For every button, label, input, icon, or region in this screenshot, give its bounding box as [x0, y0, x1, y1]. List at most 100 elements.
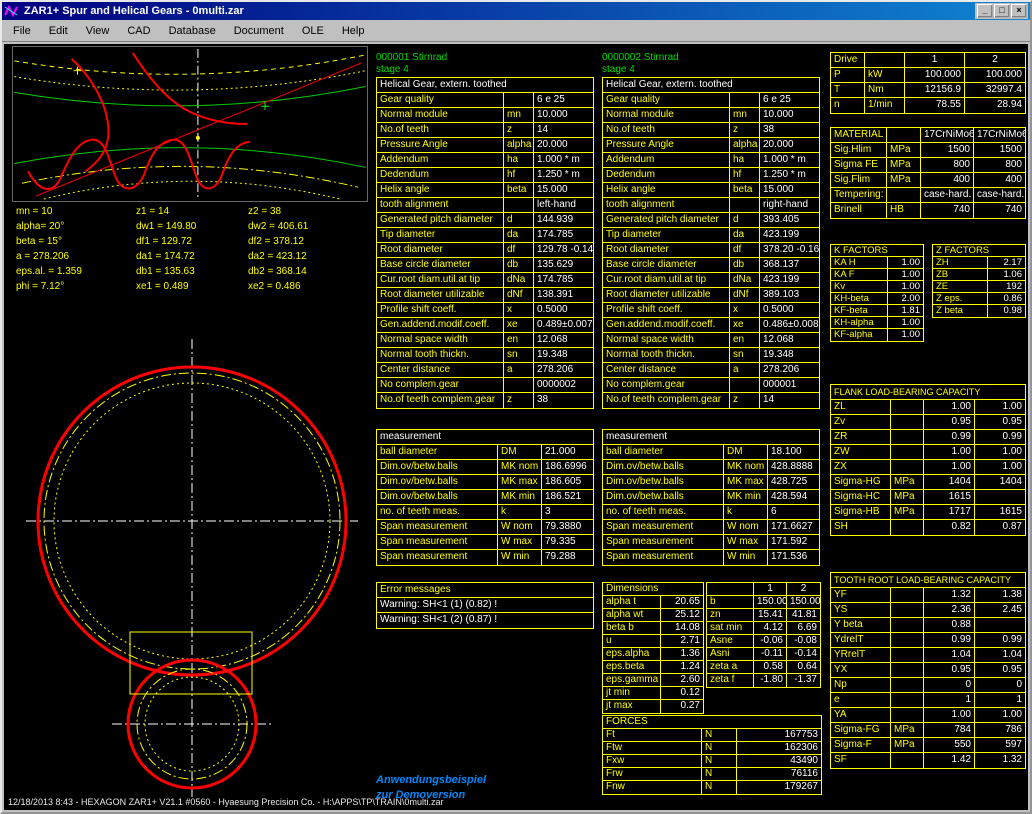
table-row: SH0.820.87: [831, 520, 1025, 535]
table-cell: [975, 618, 1025, 633]
table-cell: Normal tooth thickn.: [603, 348, 730, 363]
table-cell: 0.27: [661, 700, 703, 713]
table-header: FORCES: [603, 716, 821, 729]
table-row: KH-alpha1.00: [831, 317, 923, 329]
table-cell: 79.288: [542, 550, 593, 565]
table-cell: ZR: [831, 430, 891, 445]
drive-table: Drive12PkW100.000100.000TNm12156.932997.…: [830, 52, 1026, 114]
gear-param-value: da2 = 423.12: [248, 250, 307, 264]
table-cell: 597: [975, 738, 1025, 753]
title-bar[interactable]: ZAR1+ Spur and Helical Gears - 0multi.za…: [2, 2, 1030, 20]
table-row: Center distancea278.206: [377, 363, 593, 378]
table-cell: [891, 678, 924, 693]
gear-mesh-detail-drawing[interactable]: [12, 46, 368, 202]
table-cell: Gear quality: [603, 93, 730, 108]
table-cell: 1500: [974, 143, 1025, 158]
table-cell: 800: [974, 158, 1025, 173]
table-cell: alpha: [504, 138, 534, 153]
table-row: ZB1.06: [933, 269, 1025, 281]
table-cell: 129.78 -0.14: [534, 243, 593, 258]
table-cell: No.of teeth complem.gear: [603, 393, 730, 408]
table-cell: [975, 490, 1025, 505]
menu-item-ole[interactable]: OLE: [293, 22, 333, 40]
menu-item-edit[interactable]: Edit: [40, 22, 77, 40]
table-cell: db: [730, 258, 760, 273]
gear-param-value: dw1 = 149.80: [136, 220, 248, 234]
table-cell: [730, 198, 760, 213]
table-cell: no. of teeth meas.: [603, 505, 724, 520]
table-cell: 0.486±0.008: [760, 318, 819, 333]
table-cell: Brinell: [831, 203, 887, 218]
gear2-main-table: Helical Gear, extern. toothedGear qualit…: [602, 77, 820, 409]
table-cell: Cur.root diam.util.at tip: [603, 273, 730, 288]
table-cell: 10.000: [534, 108, 593, 123]
table-row: tooth alignmentright-hand: [603, 198, 819, 213]
table-cell: [891, 430, 924, 445]
table-cell: 14: [534, 123, 593, 138]
menu-item-document[interactable]: Document: [225, 22, 293, 40]
table-cell: 15.000: [534, 183, 593, 198]
table-cell: 167753: [737, 729, 821, 742]
table-cell: 0.5000: [760, 303, 819, 318]
table-row: Gen.addend.modif.coeff.xe0.489±0.007: [377, 318, 593, 333]
table-row: no. of teeth meas.k3: [377, 505, 593, 520]
table-row: ZH2.17: [933, 257, 1025, 269]
table-cell: 1.00: [924, 400, 975, 415]
table-cell: df: [504, 243, 534, 258]
menu-item-cad[interactable]: CAD: [118, 22, 159, 40]
table-cell: Pressure Angle: [603, 138, 730, 153]
table-row: Gear quality6 e 25: [603, 93, 819, 108]
table-cell: MPa: [891, 738, 924, 753]
upper-tip-circle-arc: [14, 55, 365, 74]
table-row: zn15.4141.81: [707, 609, 820, 622]
menu-item-view[interactable]: View: [77, 22, 119, 40]
table-cell: d: [730, 213, 760, 228]
table-cell: no. of teeth meas.: [377, 505, 498, 520]
table-cell: Generated pitch diameter: [377, 213, 504, 228]
gear-pair-drawing[interactable]: [12, 299, 368, 799]
table-cell: DM: [498, 445, 542, 460]
table-header-row: measurement: [603, 430, 819, 445]
menu-item-help[interactable]: Help: [333, 22, 374, 40]
table-cell: 0000002: [534, 378, 593, 393]
gear-param-row: eps.al. = 1.359db1 = 135.63db2 = 368.14: [16, 265, 368, 280]
table-cell: Ftw: [603, 742, 702, 755]
table-cell: Root diameter: [377, 243, 504, 258]
pitch-point-marker: [196, 136, 200, 140]
table-cell: W max: [724, 535, 768, 550]
table-cell: 400: [974, 173, 1025, 188]
table-cell: Dim.ov/betw.balls: [377, 490, 498, 505]
table-row: Pressure Anglealpha20.000: [603, 138, 819, 153]
table-cell: 1.00: [888, 257, 923, 269]
wheel-tooth-flank-2: [133, 53, 248, 124]
error-messages-table: Error messagesWarning: SH<1 (1) (0.82) !…: [376, 582, 594, 629]
table-cell: db: [504, 258, 534, 273]
table-cell: Center distance: [377, 363, 504, 378]
table-cell: YX: [831, 663, 891, 678]
menu-item-file[interactable]: File: [4, 22, 40, 40]
gear-param-value: a = 278.206: [16, 250, 136, 264]
table-row: ball diameterDM18.100: [603, 445, 819, 460]
table-cell: 19.348: [760, 348, 819, 363]
table-header-row: Helical Gear, extern. toothed: [603, 78, 819, 93]
table-row: Drive12: [831, 53, 1025, 68]
table-row: KF-alpha1.00: [831, 329, 923, 341]
table-cell: Normal tooth thickn.: [377, 348, 504, 363]
table-cell: z: [730, 393, 760, 408]
table-row: Generated pitch diameterd144.939: [377, 213, 593, 228]
table-row: FtwN162306: [603, 742, 821, 755]
minimize-button[interactable]: _: [977, 4, 993, 18]
table-cell: sn: [504, 348, 534, 363]
table-row: eps.alpha1.36: [603, 648, 703, 661]
restore-button[interactable]: □: [994, 4, 1010, 18]
table-row: jt min0.12: [603, 687, 703, 700]
table-cell: 135.629: [534, 258, 593, 273]
table-cell: 28.94: [965, 98, 1025, 113]
close-button[interactable]: ×: [1011, 4, 1027, 18]
table-cell: dNf: [730, 288, 760, 303]
table-cell: Root diameter utilizable: [603, 288, 730, 303]
table-cell: MPa: [891, 505, 924, 520]
table-cell: MATERIAL: [831, 128, 887, 143]
menu-item-database[interactable]: Database: [160, 22, 225, 40]
table-cell: 2: [965, 53, 1025, 68]
